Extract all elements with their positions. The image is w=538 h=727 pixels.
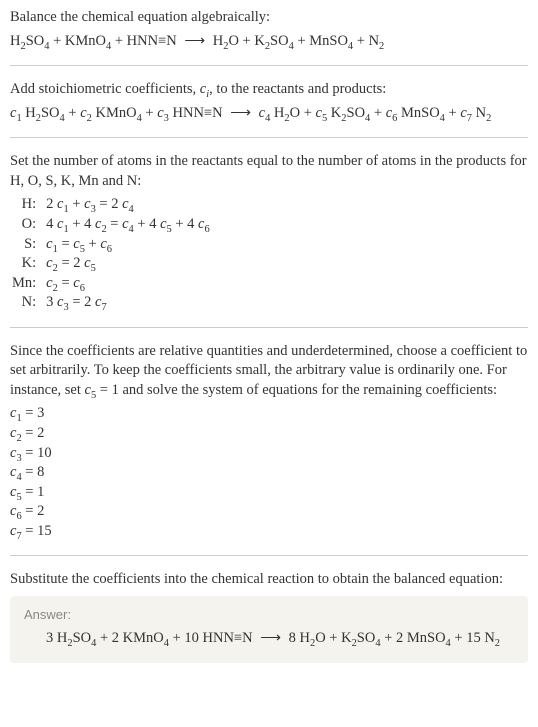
atom-eq-label: K: [12, 254, 46, 274]
coefficient: c5 = 1 [10, 483, 528, 503]
coefficient: c1 = 3 [10, 404, 528, 424]
coefficient-list: c1 = 3 c2 = 2 c3 = 10 c4 = 8 c5 = 1 c6 =… [10, 404, 528, 541]
substitute-line: Substitute the coefficients into the che… [10, 570, 528, 590]
unbalanced-equation: H2SO4 + KMnO4 + HNN≡N ⟶ H2O + K2SO4 + Mn… [10, 32, 528, 52]
atom-eq: 3 c3 = 2 c7 [46, 293, 210, 313]
atom-eq: c2 = 2 c5 [46, 254, 210, 274]
balanced-equation: 3 H2SO4 + 2 KMnO4 + 10 HNN≡N ⟶ 8 H2O + K… [24, 629, 514, 649]
coefficient: c6 = 2 [10, 502, 528, 522]
atom-eq-label: O: [12, 215, 46, 235]
atom-eq: 4 c1 + 4 c2 = c4 + 4 c5 + 4 c6 [46, 215, 210, 235]
atom-eq-row: O: 4 c1 + 4 c2 = c4 + 4 c5 + 4 c6 [12, 215, 210, 235]
answer-box: Answer: 3 H2SO4 + 2 KMnO4 + 10 HNN≡N ⟶ 8… [10, 596, 528, 663]
divider [10, 137, 528, 138]
atom-eq-label: Mn: [12, 274, 46, 294]
divider [10, 65, 528, 66]
atom-eq-row: H: 2 c1 + c3 = 2 c4 [12, 195, 210, 215]
coefficient: c7 = 15 [10, 522, 528, 542]
divider [10, 555, 528, 556]
answer-label: Answer: [24, 606, 514, 624]
atom-eq-row: Mn: c2 = c6 [12, 274, 210, 294]
atom-eq-row: S: c1 = c5 + c6 [12, 235, 210, 255]
divider [10, 327, 528, 328]
atoms-line: Set the number of atoms in the reactants… [10, 152, 528, 191]
stoich-line: Add stoichiometric coefficients, ci, to … [10, 80, 528, 100]
equation-with-coeffs: c1 H2SO4 + c2 KMnO4 + c3 HNN≡N ⟶ c4 H2O … [10, 104, 528, 124]
coefficient: c3 = 10 [10, 444, 528, 464]
since-line: Since the coefficients are relative quan… [10, 342, 528, 401]
coefficient: c4 = 8 [10, 463, 528, 483]
atom-eq: c2 = c6 [46, 274, 210, 294]
atom-eq-row: N: 3 c3 = 2 c7 [12, 293, 210, 313]
atom-eq: 2 c1 + c3 = 2 c4 [46, 195, 210, 215]
atom-eq-label: S: [12, 235, 46, 255]
coefficient: c2 = 2 [10, 424, 528, 444]
atom-eq: c1 = c5 + c6 [46, 235, 210, 255]
atom-equations-table: H: 2 c1 + c3 = 2 c4 O: 4 c1 + 4 c2 = c4 … [12, 195, 210, 312]
atom-eq-row: K: c2 = 2 c5 [12, 254, 210, 274]
atom-eq-label: N: [12, 293, 46, 313]
intro-line: Balance the chemical equation algebraica… [10, 8, 528, 28]
atom-eq-label: H: [12, 195, 46, 215]
